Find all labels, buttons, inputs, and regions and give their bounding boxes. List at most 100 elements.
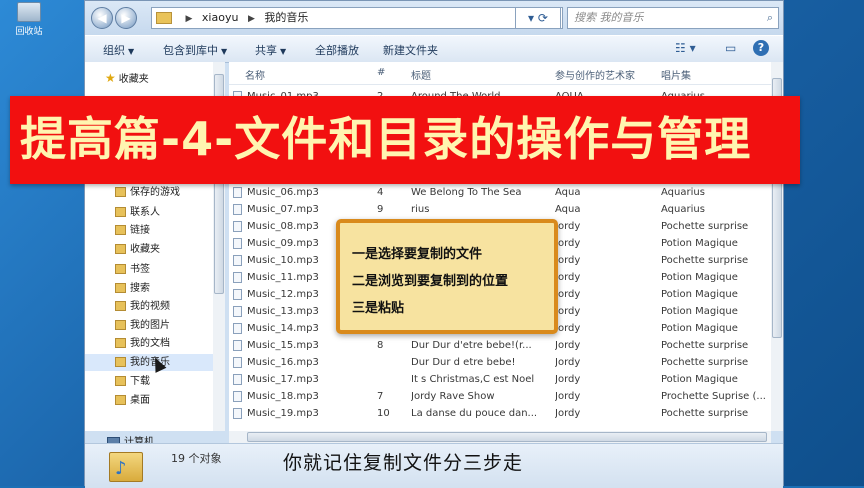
breadcrumb[interactable]: ▶ xiaoyu ▶ 我的音乐 [151, 7, 563, 29]
file-artist: Jordy [555, 238, 581, 249]
audio-file-icon [233, 339, 242, 351]
include-library-button[interactable]: 包含到库中 ▼ [163, 42, 227, 58]
file-title: Dur Dur d etre bebe! [411, 357, 516, 368]
audio-file-icon [233, 373, 242, 385]
file-album: Pochette surprise [661, 357, 749, 368]
folder-icon [115, 376, 126, 386]
file-album: Prochette Suprise (... [661, 391, 766, 402]
breadcrumb-item-user[interactable]: xiaoyu [202, 11, 239, 24]
nav-item-contacts[interactable]: 联系人 [85, 204, 213, 221]
nav-item-my-videos[interactable]: 我的视频 [85, 298, 213, 315]
file-row[interactable]: Music_07.mp3 9 rius Aqua Aquarius [229, 201, 773, 218]
file-track-number: 4 [377, 187, 384, 198]
view-options-icon[interactable]: ☷ ▾ [675, 41, 696, 55]
column-album[interactable]: 唱片集 [661, 67, 691, 82]
file-album: Potion Magique [661, 306, 738, 317]
back-button[interactable]: ◀ [91, 7, 113, 29]
audio-file-icon [233, 356, 242, 368]
file-name: Music_16.mp3 [233, 354, 373, 371]
column-artist[interactable]: 参与创作的艺术家 [555, 67, 635, 82]
file-list-hscrollbar[interactable] [229, 431, 771, 443]
preview-pane-icon[interactable]: ▭ [725, 41, 736, 55]
callout-step-1: 一是选择要复制的文件 [352, 247, 483, 262]
lesson-title: 提高篇-4-文件和目录的操作与管理 [20, 112, 752, 166]
organize-button[interactable]: 组织 ▼ [103, 42, 134, 58]
folder-icon [115, 264, 126, 274]
audio-file-icon [233, 288, 242, 300]
file-artist: Jordy [555, 323, 581, 334]
file-album: Potion Magique [661, 289, 738, 300]
file-name: Music_07.mp3 [233, 201, 373, 218]
file-artist: Aqua [555, 187, 581, 198]
file-name: Music_17.mp3 [233, 371, 373, 388]
music-note-icon: ♪ [115, 458, 127, 479]
nav-item-saved-games[interactable]: 保存的游戏 [85, 184, 213, 201]
audio-file-icon [233, 237, 242, 249]
recycle-bin-icon [17, 2, 41, 22]
new-folder-button[interactable]: 新建文件夹 [383, 42, 438, 58]
audio-file-icon [233, 254, 242, 266]
address-bar: ◀ ▶ ▶ xiaoyu ▶ 我的音乐 ▾ ⟳ 搜索 我的音乐 ⌕ [85, 1, 783, 35]
file-row[interactable]: Music_06.mp3 4 We Belong To The Sea Aqua Aqu… [229, 184, 773, 201]
column-name[interactable]: 名称 [245, 67, 265, 82]
nav-item-favorites-folder[interactable]: 收藏夹 [85, 241, 213, 258]
audio-file-icon [233, 203, 242, 215]
nav-item-my-documents[interactable]: 我的文档 [85, 335, 213, 352]
nav-favorites[interactable]: ★ 收藏夹 [85, 70, 213, 87]
folder-icon [115, 395, 126, 405]
file-artist: Aqua [555, 204, 581, 215]
refresh-button[interactable]: ▾ ⟳ [515, 7, 561, 29]
file-name: Music_19.mp3 [233, 405, 373, 422]
folder-icon [156, 12, 172, 24]
breadcrumb-item-music[interactable]: 我的音乐 [264, 11, 308, 24]
folder-icon [115, 187, 126, 197]
item-count: 19 个对象 [171, 452, 222, 465]
folder-icon [115, 338, 126, 348]
file-album: Potion Magique [661, 272, 738, 283]
star-icon: ★ [105, 71, 116, 85]
file-track-number: 7 [377, 391, 384, 402]
file-album: Aquarius [661, 187, 705, 198]
folder-icon [115, 244, 126, 254]
folder-icon [115, 283, 126, 293]
audio-file-icon [233, 186, 242, 198]
forward-button[interactable]: ▶ [115, 7, 137, 29]
audio-file-icon [233, 271, 242, 283]
file-row[interactable]: Music_19.mp3 10 La danse du pouce dan... Jo… [229, 405, 773, 422]
nav-item-links[interactable]: 链接 [85, 222, 213, 239]
file-row[interactable]: Music_18.mp3 7 Jordy Rave Show Jordy Prochet… [229, 388, 773, 405]
help-icon[interactable]: ? [753, 40, 769, 56]
nav-item-desktop[interactable]: 桌面 [85, 392, 213, 409]
file-album: Pochette surprise [661, 255, 749, 266]
steps-callout: 一是选择要复制的文件 二是浏览到要复制到的位置 三是粘贴 [336, 219, 558, 334]
file-track-number: 9 [377, 204, 384, 215]
share-button[interactable]: 共享 ▼ [255, 42, 286, 58]
file-album: Potion Magique [661, 374, 738, 385]
file-album: Potion Magique [661, 323, 738, 334]
file-album: Pochette surprise [661, 408, 749, 419]
folder-icon [115, 207, 126, 217]
column-title[interactable]: 标题 [411, 67, 431, 82]
folder-icon [115, 320, 126, 330]
file-artist: Jordy [555, 255, 581, 266]
nav-item-searches[interactable]: 搜索 [85, 280, 213, 297]
file-row[interactable]: Music_16.mp3 Dur Dur d etre bebe! Jordy Poc… [229, 354, 773, 371]
column-number[interactable]: # [377, 67, 385, 78]
play-all-button[interactable]: 全部播放 [315, 42, 359, 58]
file-row[interactable]: Music_15.mp3 8 Dur Dur d'etre bebe!(r... Jo… [229, 337, 773, 354]
file-row[interactable]: Music_17.mp3 It s Christmas,C est Noel Jor… [229, 371, 773, 388]
file-title: It s Christmas,C est Noel [411, 374, 535, 385]
nav-item-my-music[interactable]: 我的音乐 [85, 354, 213, 371]
recycle-bin[interactable]: 回收站 [4, 0, 54, 40]
folder-icon [115, 357, 126, 367]
callout-step-3: 三是粘贴 [352, 301, 405, 316]
callout-step-2: 二是浏览到要复制到的位置 [352, 274, 509, 289]
file-title: La danse du pouce dan... [411, 408, 538, 419]
nav-item-my-pictures[interactable]: 我的图片 [85, 317, 213, 334]
audio-file-icon [233, 322, 242, 334]
file-album: Pochette surprise [661, 340, 749, 351]
nav-item-downloads[interactable]: 下载 [85, 373, 213, 390]
search-input[interactable]: 搜索 我的音乐 ⌕ [567, 7, 779, 29]
file-album: Pochette surprise [661, 221, 749, 232]
nav-item-bookmarks[interactable]: 书签 [85, 261, 213, 278]
